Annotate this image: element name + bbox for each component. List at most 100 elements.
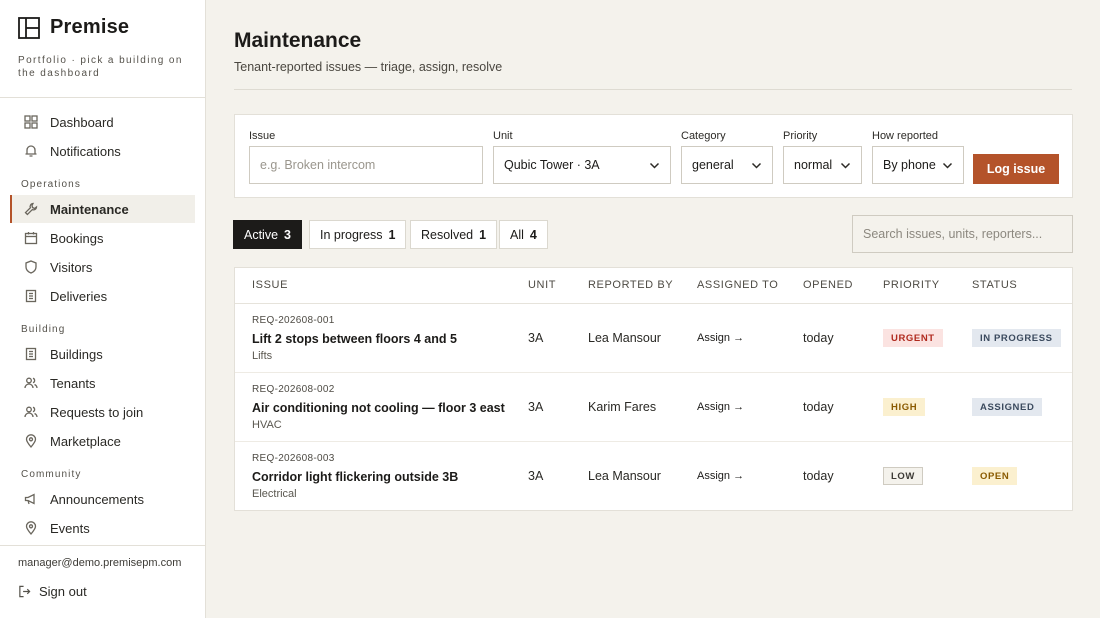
request-title[interactable]: Air conditioning not cooling — floor 3 e…: [252, 401, 505, 415]
column-header-reported-by: REPORTED BY: [588, 279, 674, 291]
request-id: REQ-202608-001: [252, 315, 335, 326]
sidebar-item-label: Maintenance: [50, 201, 129, 217]
tab-count: 4: [529, 227, 537, 242]
sidebar-item-marketplace[interactable]: Marketplace: [10, 427, 195, 455]
opened-cell: today: [803, 400, 834, 414]
sidebar-item-label: Deliveries: [50, 288, 108, 304]
sidebar-item-events[interactable]: Events: [10, 514, 195, 542]
divider: [234, 89, 1072, 90]
unit-label: Unit: [493, 130, 513, 142]
tab-label: In progress: [320, 227, 383, 242]
pin-icon: [25, 434, 37, 448]
divider: [0, 97, 206, 98]
tab-in-progress[interactable]: In progress 1: [309, 220, 407, 249]
search-input[interactable]: [863, 227, 1062, 241]
page-title: Maintenance: [234, 29, 362, 52]
tab-count: 1: [388, 227, 396, 242]
tab-label: All: [510, 227, 524, 242]
sidebar-item-label: Events: [50, 520, 90, 536]
tab-active[interactable]: Active 3: [233, 220, 302, 249]
sidebar-item-requests-to-join[interactable]: Requests to join: [10, 398, 195, 426]
column-header-assigned-to: ASSIGNED TO: [697, 279, 779, 291]
search-field[interactable]: [852, 215, 1073, 253]
issue-label: Issue: [249, 130, 276, 142]
sidebar-item-dashboard[interactable]: Dashboard: [10, 108, 195, 136]
column-header-issue: ISSUE: [252, 279, 289, 291]
reporter-cell: Lea Mansour: [588, 331, 661, 345]
reporter-cell: Karim Fares: [588, 400, 657, 414]
sidebar-item-label: Buildings: [50, 346, 103, 362]
unit-cell: 3A: [528, 331, 544, 345]
table-row[interactable]: REQ-202608-002 Air conditioning not cool…: [235, 373, 1072, 442]
sidebar-item-label: Tenants: [50, 375, 96, 391]
column-header-unit: UNIT: [528, 279, 557, 291]
chevron-down-icon: [751, 162, 762, 169]
request-title[interactable]: Corridor light flickering outside 3B: [252, 470, 458, 484]
opened-cell: today: [803, 469, 834, 483]
status-badge: IN PROGRESS: [972, 329, 1061, 347]
table-row[interactable]: REQ-202608-001 Lift 2 stops between floo…: [235, 304, 1072, 373]
tab-label: Active: [244, 227, 279, 242]
wrench-icon: [24, 202, 38, 216]
priority-badge: URGENT: [883, 329, 943, 347]
how-reported-label: How reported: [872, 130, 939, 142]
assign-link[interactable]: Assign →: [697, 470, 744, 482]
how-reported-value: By phone: [883, 158, 936, 172]
sidebar-item-tenants[interactable]: Tenants: [10, 369, 195, 397]
brand-subtitle: Portfolio · pick a building on the dashb…: [18, 55, 183, 79]
chevron-down-icon: [649, 162, 660, 169]
brand-name: Premise: [50, 16, 130, 38]
chevron-down-icon: [942, 162, 953, 169]
sidebar-item-label: Announcements: [50, 491, 144, 507]
priority-select[interactable]: normal: [783, 146, 862, 184]
unit-cell: 3A: [528, 400, 544, 414]
sidebar-item-announcements[interactable]: Announcements: [10, 485, 195, 513]
category-select[interactable]: general: [681, 146, 773, 184]
sidebar-item-label: Bookings: [50, 230, 104, 246]
how-reported-select[interactable]: By phone: [872, 146, 964, 184]
tab-resolved[interactable]: Resolved 1: [410, 220, 498, 249]
user-email: manager@demo.premisepm.com: [18, 557, 182, 569]
request-title[interactable]: Lift 2 stops between floors 4 and 5: [252, 332, 457, 346]
column-header-opened: OPENED: [803, 279, 854, 291]
sidebar-item-maintenance[interactable]: Maintenance: [10, 195, 195, 223]
grid-icon: [24, 115, 38, 129]
sign-out-button[interactable]: Sign out: [18, 584, 87, 599]
issue-input[interactable]: [260, 158, 472, 172]
section-title-building: Building: [21, 324, 66, 335]
log-issue-button[interactable]: Log issue: [973, 154, 1059, 184]
unit-select[interactable]: Qubic Tower · 3A: [493, 146, 671, 184]
assign-link[interactable]: Assign →: [697, 332, 744, 344]
sign-out-label: Sign out: [39, 584, 87, 599]
unit-value: Qubic Tower · 3A: [504, 158, 600, 172]
brand[interactable]: Premise: [18, 16, 129, 39]
tab-count: 3: [284, 227, 291, 242]
assign-link[interactable]: Assign →: [697, 401, 744, 413]
category-label: Category: [681, 130, 726, 142]
sidebar-item-bookings[interactable]: Bookings: [10, 224, 195, 252]
issues-table: ISSUE UNIT REPORTED BY ASSIGNED TO OPENE…: [234, 267, 1073, 511]
sidebar-item-deliveries[interactable]: Deliveries: [10, 282, 195, 310]
column-header-status: STATUS: [972, 279, 1018, 291]
priority-label: Priority: [783, 130, 818, 142]
package-icon: [25, 289, 37, 303]
issue-field[interactable]: [249, 146, 483, 184]
sidebar-item-label: Dashboard: [50, 114, 114, 130]
category-value: general: [692, 158, 734, 172]
tab-count: 1: [479, 227, 487, 242]
tab-all[interactable]: All 4: [499, 220, 548, 249]
status-badge: ASSIGNED: [972, 398, 1043, 416]
divider: [0, 545, 206, 546]
sidebar-item-label: Visitors: [50, 259, 93, 275]
sidebar-item-notifications[interactable]: Notifications: [10, 137, 195, 165]
section-title-operations: Operations: [21, 179, 81, 190]
users-icon: [24, 377, 38, 389]
bell-icon: [25, 145, 37, 157]
request-id: REQ-202608-003: [252, 453, 335, 464]
sidebar-item-visitors[interactable]: Visitors: [10, 253, 195, 281]
reporter-cell: Lea Mansour: [588, 469, 661, 483]
sidebar-item-buildings[interactable]: Buildings: [10, 340, 195, 368]
priority-badge: HIGH: [883, 398, 926, 416]
request-category: HVAC: [252, 419, 282, 431]
table-row[interactable]: REQ-202608-003 Corridor light flickering…: [235, 442, 1072, 511]
